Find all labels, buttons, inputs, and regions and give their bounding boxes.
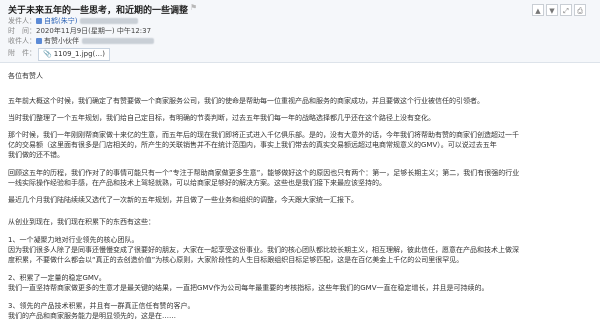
recipient-row: 收件人： 有赞小伙伴 bbox=[8, 36, 154, 46]
recipient-email-redacted bbox=[82, 38, 154, 44]
print-icon: ⎙ bbox=[577, 7, 583, 15]
paragraph-7b: 因为我们很多人除了是同事还慢慢变成了很要好的朋友，大家在一起享受这份事业。我们的… bbox=[8, 246, 519, 254]
recipient-value[interactable]: 有赞小伙伴 bbox=[44, 37, 79, 45]
paragraph-4a: 回顾这五年的历程，我们作对了的事情可能只有一个“专注于帮助商家做更多生意”，能够… bbox=[8, 169, 520, 177]
star-icon[interactable]: ☆ bbox=[177, 3, 187, 13]
paragraph-2: 当时我们整理了一个五年规划，我们给自己定目标，有明确的节奏判断，过去五年我们每一… bbox=[8, 114, 435, 122]
time-label: 时 间： bbox=[8, 27, 36, 35]
flag-icon[interactable]: ⚑ bbox=[190, 3, 200, 13]
paragraph-7a: 1、一个凝聚力地对行业领先的核心团队。 bbox=[8, 236, 139, 244]
up-icon: ▲ bbox=[535, 7, 541, 15]
paragraph-8b: 我们一直坚持帮商家做更多的生意才是最关键的结果，一直把GMV作为公司每年最重要的… bbox=[8, 284, 489, 292]
sender-row: 发件人： 自鹤(朱宁) bbox=[8, 16, 139, 26]
paragraph-4b: 一线实际操作经验和手感，在产品和技术上驾轻就熟，可以给商家足够好的解决方案。这些… bbox=[8, 179, 386, 187]
sender-label: 发件人： bbox=[8, 17, 36, 25]
group-icon bbox=[36, 38, 42, 44]
paragraph-3a: 那个时候，我们一年刚刚帮商家做十来亿的生意，而五年后的现在我们即将正式进入千亿俱… bbox=[8, 131, 519, 139]
attachment-suffix: (…) bbox=[92, 50, 106, 58]
verified-icon bbox=[36, 18, 42, 24]
paragraph-6: 从创业到现在，我们现在积累下的东西有这些： bbox=[8, 218, 155, 226]
recipient-label: 收件人： bbox=[8, 37, 36, 45]
down-button[interactable]: ▼ bbox=[546, 4, 558, 16]
email-subject: 关于未来五年的一些思考，和近期的一些调整 bbox=[8, 6, 189, 16]
print-button[interactable]: ⎙ bbox=[574, 4, 586, 16]
email-reader: 关于未来五年的一些思考，和近期的一些调整 ☆ ⚑ 发件人： 自鹤(朱宁) 时 间：… bbox=[0, 0, 600, 334]
attachment-label: 附 件： bbox=[8, 49, 36, 57]
paragraph-7c: 度积累，不要做什么都会以“真正的去创造价值”为核心原则，大家阶段性的人生目标跟组… bbox=[8, 256, 464, 264]
paragraph-9b: 我们的产品和商家服务能力是明显领先的，这是在…… bbox=[8, 312, 176, 320]
attachment-name: 1109_1.jpg bbox=[53, 50, 93, 58]
attachment-chip[interactable]: 📎 1109_1.jpg(…) bbox=[38, 48, 111, 61]
paragraph-5: 最近几个月我们陆陆续续又选代了一次新的五年规划，并且做了一些业务和组织的调整，今… bbox=[8, 196, 358, 204]
time-value: 2020年11月9日(星期一) 中午12:37 bbox=[36, 27, 152, 35]
sender-name[interactable]: 自鹤(朱宁) bbox=[44, 17, 77, 25]
paragraph-8a: 2、积累了一定量的稳定GMV。 bbox=[8, 274, 106, 282]
time-row: 时 间：2020年11月9日(星期一) 中午12:37 bbox=[8, 26, 151, 36]
paragraph-3c: 我们做的还不错。 bbox=[8, 151, 64, 159]
expand-button[interactable]: ⤢ bbox=[560, 4, 572, 16]
down-icon: ▼ bbox=[549, 7, 555, 15]
email-header: 关于未来五年的一些思考，和近期的一些调整 ☆ ⚑ 发件人： 自鹤(朱宁) 时 间：… bbox=[0, 0, 600, 63]
greeting: 各位有赞人 bbox=[8, 72, 43, 80]
paragraph-9a: 3、领先的产品技术积累，并且有一群真正信任有赞的客户。 bbox=[8, 302, 195, 310]
paragraph-3b: 亿的交易额（这里面有很多是门店相关的，所产生的关联销售并不在统计范围内，事实上我… bbox=[8, 141, 497, 149]
paragraph-1: 五年前大概这个时候，我们确定了有赞要做一个商家服务公司，我们的使命是帮助每一位重… bbox=[8, 97, 484, 105]
expand-icon: ⤢ bbox=[563, 7, 569, 15]
up-button[interactable]: ▲ bbox=[532, 4, 544, 16]
sender-email-redacted bbox=[80, 18, 139, 24]
paperclip-icon: 📎 bbox=[43, 50, 52, 58]
